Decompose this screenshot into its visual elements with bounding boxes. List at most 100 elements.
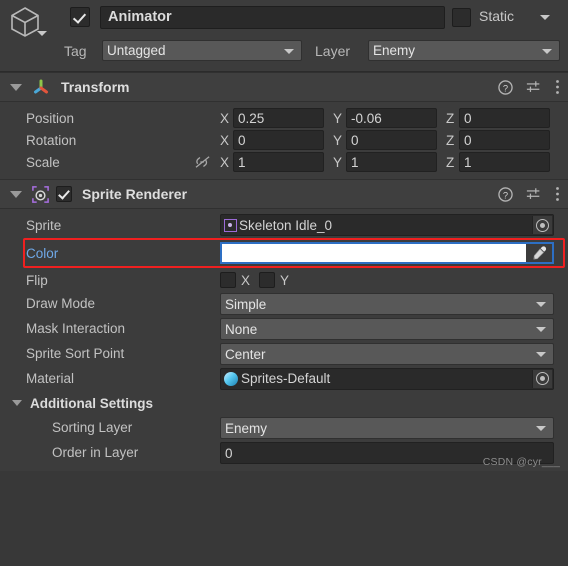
sprite-thumbnail-icon [224, 218, 237, 232]
order-in-layer-label: Order in Layer [52, 445, 139, 460]
rotation-x-axis-label: X [220, 132, 230, 148]
sprite-renderer-body: Sprite Skeleton Idle_0 Color Flip X Y Dr… [0, 209, 568, 471]
svg-text:?: ? [503, 190, 508, 200]
static-dropdown-caret[interactable] [540, 15, 550, 20]
gameobject-icon-dropdown-caret[interactable] [37, 31, 47, 36]
kebab-menu-icon[interactable] [555, 79, 560, 95]
material-label: Material [26, 371, 75, 386]
additional-settings-foldout[interactable]: Additional Settings [0, 391, 568, 415]
draw-mode-dropdown[interactable]: Simple [220, 292, 554, 315]
rotation-y-axis-label: Y [333, 132, 343, 148]
position-label: Position [26, 110, 75, 126]
additional-settings-title: Additional Settings [30, 395, 153, 411]
draw-mode-row: Draw Mode Simple [0, 291, 568, 316]
transform-scale-row: Scale X 1 Y 1 Z 1 [0, 151, 568, 173]
scale-y-input[interactable]: 1 [346, 152, 437, 172]
static-checkbox[interactable] [452, 8, 471, 27]
sorting-layer-dropdown[interactable]: Enemy [220, 416, 554, 439]
svg-text:?: ? [503, 83, 508, 93]
flip-x-checkbox[interactable] [220, 272, 236, 288]
gameobject-name-input[interactable]: Animator [100, 6, 445, 29]
flip-y-checkbox[interactable] [259, 272, 276, 288]
additional-settings-foldout-arrow[interactable] [12, 400, 22, 406]
sprite-renderer-foldout-arrow[interactable] [10, 190, 22, 198]
position-x-input[interactable]: 0.25 [233, 108, 324, 128]
color-field[interactable] [220, 242, 554, 264]
draw-mode-label: Draw Mode [26, 296, 96, 311]
sprite-sort-point-value: Center [225, 346, 266, 362]
sprite-sort-point-label: Sprite Sort Point [26, 346, 125, 361]
flip-x-label: X [241, 272, 251, 288]
object-picker-icon [536, 218, 549, 232]
layer-dropdown-value: Enemy [373, 43, 416, 58]
tag-dropdown[interactable]: Untagged [102, 40, 302, 61]
static-label: Static [479, 8, 515, 24]
tag-label: Tag [64, 43, 87, 59]
mask-interaction-dropdown[interactable]: None [220, 317, 554, 340]
chevron-down-icon [542, 48, 552, 54]
preset-sliders-icon[interactable] [526, 80, 542, 95]
flip-y-label: Y [280, 272, 290, 288]
sorting-layer-value: Enemy [225, 420, 268, 436]
sprite-label: Sprite [26, 217, 62, 233]
gameobject-active-checkbox[interactable] [70, 7, 90, 27]
material-row: Material Sprites-Default [0, 366, 568, 391]
material-object-field[interactable]: Sprites-Default [220, 367, 554, 390]
transform-body: Position X 0.25 Y -0.06 Z 0 Rotation X 0… [0, 102, 568, 179]
sprite-renderer-enabled-checkbox[interactable] [56, 186, 72, 202]
help-icon[interactable]: ? [498, 186, 513, 202]
color-swatch[interactable] [222, 244, 526, 262]
flip-row: Flip X Y [0, 269, 568, 291]
sprite-sort-point-row: Sprite Sort Point Center [0, 341, 568, 366]
sprite-renderer-component-header[interactable]: Sprite Renderer ? [0, 179, 568, 209]
sprite-object-picker-button[interactable] [532, 216, 552, 234]
chevron-down-icon [536, 326, 546, 332]
layer-dropdown[interactable]: Enemy [368, 40, 560, 61]
chevron-down-icon [536, 301, 546, 307]
position-z-input[interactable]: 0 [459, 108, 550, 128]
transform-component-header[interactable]: Transform ? [0, 72, 568, 102]
sprite-sort-point-dropdown[interactable]: Center [220, 342, 554, 365]
sprite-value: Skeleton Idle_0 [239, 217, 333, 233]
scale-z-input[interactable]: 1 [459, 152, 550, 172]
scale-label: Scale [26, 154, 60, 170]
scale-x-input[interactable]: 1 [233, 152, 324, 172]
help-icon[interactable]: ? [498, 79, 513, 95]
constrain-proportions-off-icon[interactable] [194, 155, 212, 169]
mask-interaction-label: Mask Interaction [26, 321, 126, 336]
transform-foldout-arrow[interactable] [10, 83, 22, 91]
layer-label: Layer [315, 43, 351, 59]
sprite-renderer-icon [32, 185, 49, 203]
transform-position-row: Position X 0.25 Y -0.06 Z 0 [0, 107, 568, 129]
chevron-down-icon [536, 351, 546, 357]
sprite-row: Sprite Skeleton Idle_0 [0, 213, 568, 237]
gameobject-header: Animator Static Tag Untagged Layer Enemy [0, 0, 568, 72]
position-y-axis-label: Y [333, 110, 343, 126]
rotation-label: Rotation [26, 132, 77, 148]
material-value: Sprites-Default [241, 371, 331, 386]
gameobject-icon-button[interactable] [8, 5, 52, 45]
sorting-layer-row: Sorting Layer Enemy [0, 415, 568, 440]
mask-interaction-row: Mask Interaction None [0, 316, 568, 341]
object-picker-icon [536, 372, 549, 385]
rotation-z-axis-label: Z [446, 132, 455, 148]
mask-interaction-value: None [225, 321, 258, 337]
color-row: Color [0, 238, 568, 268]
eyedropper-button[interactable] [526, 244, 552, 262]
rotation-y-input[interactable]: 0 [346, 130, 437, 150]
rotation-x-input[interactable]: 0 [233, 130, 324, 150]
tag-dropdown-value: Untagged [107, 43, 166, 58]
rotation-z-input[interactable]: 0 [459, 130, 550, 150]
scale-y-axis-label: Y [333, 154, 343, 170]
position-y-input[interactable]: -0.06 [346, 108, 437, 128]
color-label: Color [26, 245, 59, 261]
kebab-menu-icon[interactable] [555, 186, 560, 202]
preset-sliders-icon[interactable] [526, 187, 542, 202]
chevron-down-icon [536, 425, 546, 431]
position-z-axis-label: Z [446, 110, 455, 126]
draw-mode-value: Simple [225, 296, 267, 312]
transform-gizmo-icon [34, 79, 48, 94]
sprite-object-field[interactable]: Skeleton Idle_0 [220, 214, 554, 236]
material-object-picker-button[interactable] [532, 369, 552, 388]
scale-z-axis-label: Z [446, 154, 455, 170]
